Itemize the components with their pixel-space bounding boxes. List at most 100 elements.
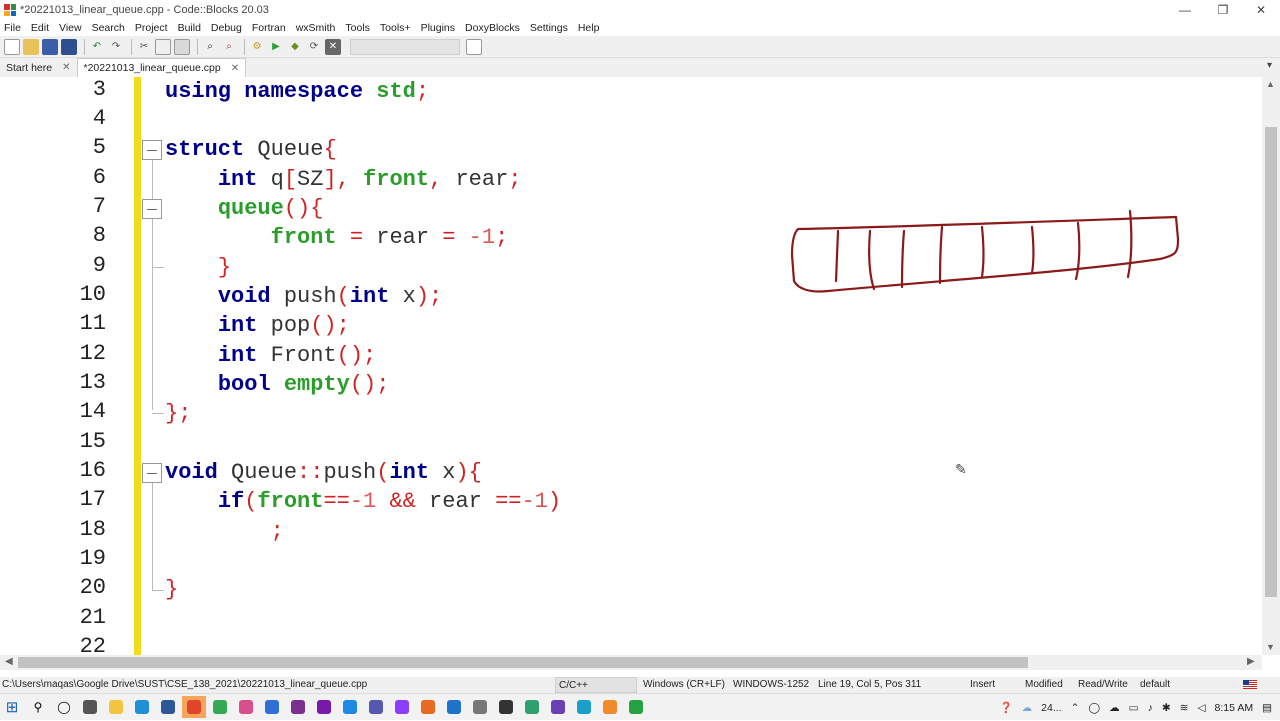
build-target-select[interactable] [350, 38, 460, 55]
save-all-icon[interactable] [61, 38, 77, 55]
menu-wxsmith[interactable]: wxSmith [292, 22, 342, 34]
taskbar-app-app-blue[interactable] [260, 696, 284, 718]
menu-plugins[interactable]: Plugins [417, 22, 461, 34]
taskbar-app-messenger[interactable] [390, 696, 414, 718]
taskbar-app-teams[interactable] [364, 696, 388, 718]
weather-icon[interactable]: ☁ [1022, 702, 1033, 714]
taskbar-app-onenote[interactable] [312, 696, 336, 718]
run-icon[interactable]: ▶ [268, 39, 284, 55]
onedrive-icon[interactable]: ☁ [1109, 702, 1120, 714]
build-run-icon[interactable]: ◆ [287, 39, 303, 55]
taskbar-app-task-view[interactable] [78, 696, 102, 718]
code-line[interactable]: ; [165, 517, 284, 546]
rebuild-icon[interactable]: ⟳ [306, 39, 322, 55]
code-line[interactable]: }; [165, 399, 191, 428]
tab-linear-queue[interactable]: *20221013_linear_queue.cpp ✕ [77, 58, 247, 77]
menu-search[interactable]: Search [88, 22, 131, 34]
menu-file[interactable]: File [0, 22, 27, 34]
taskbar-app-vscode[interactable] [338, 696, 362, 718]
taskbar-app-app-purple[interactable] [546, 696, 570, 718]
menu-project[interactable]: Project [131, 22, 174, 34]
vertical-scrollbar[interactable]: ▲ ▼ [1262, 77, 1280, 655]
code-editor[interactable]: 3 4 5 6 7 8 9 10 11 12 13 14 15 16 17 18… [0, 77, 1262, 655]
taskbar-app-edge[interactable] [130, 696, 154, 718]
taskbar-app-terminal[interactable] [494, 696, 518, 718]
menu-view[interactable]: View [55, 22, 88, 34]
replace-icon[interactable]: ⌕ [221, 39, 237, 55]
code-line[interactable]: } [165, 253, 231, 282]
copy-icon[interactable] [155, 38, 171, 55]
code-line[interactable]: } [165, 575, 178, 604]
code-line[interactable]: if(front==-1 && rear ==-1) [165, 487, 561, 516]
search-icon[interactable]: ⚲ [26, 696, 50, 718]
tab-close-icon[interactable]: ✕ [231, 63, 239, 74]
maximize-button[interactable]: ❐ [1204, 0, 1242, 20]
fold-toggle-icon[interactable] [142, 140, 162, 160]
horizontal-scroll-thumb[interactable] [18, 657, 1028, 668]
menu-build[interactable]: Build [174, 22, 207, 34]
horizontal-scrollbar[interactable]: ◀ ▶ [0, 655, 1262, 670]
weather-temperature[interactable]: 24... [1041, 702, 1061, 714]
code-line[interactable]: void Queue::push(int x){ [165, 458, 482, 487]
cut-icon[interactable]: ✂ [136, 39, 152, 55]
speaker-icon[interactable]: ♪ [1148, 702, 1153, 714]
tab-list-icon[interactable]: ▾ [1267, 60, 1272, 71]
new-file-icon[interactable] [4, 38, 20, 55]
menu-help[interactable]: Help [574, 22, 606, 34]
save-icon[interactable] [42, 38, 58, 55]
fold-toggle-icon[interactable] [142, 199, 162, 219]
tray-overflow-icon[interactable]: ⌃ [1071, 702, 1080, 714]
undo-icon[interactable]: ↶ [89, 39, 105, 55]
taskbar-app-app-green[interactable] [208, 696, 232, 718]
code-line[interactable]: front = rear = -1; [165, 223, 509, 252]
taskbar-app-whatsapp[interactable] [624, 696, 648, 718]
wifi-icon[interactable]: ≋ [1180, 702, 1189, 714]
redo-icon[interactable]: ↷ [108, 39, 124, 55]
taskbar-app-app-pink[interactable] [234, 696, 258, 718]
scroll-right-icon[interactable]: ▶ [1247, 656, 1255, 667]
taskbar-app-mail[interactable] [442, 696, 466, 718]
code-line[interactable]: void push(int x); [165, 282, 442, 311]
menu-tools[interactable]: Tools [341, 22, 376, 34]
volume-icon[interactable]: ◁ [1197, 702, 1205, 714]
start-icon[interactable]: ⊞ [0, 696, 24, 718]
help-icon[interactable]: ❓ [1000, 701, 1013, 714]
paste-icon[interactable] [174, 38, 190, 55]
taskbar-app-word[interactable] [156, 696, 180, 718]
scroll-up-icon[interactable]: ▲ [1266, 79, 1275, 89]
menu-debug[interactable]: Debug [207, 22, 248, 34]
taskbar-app-chrome[interactable] [182, 696, 206, 718]
menu-edit[interactable]: Edit [27, 22, 55, 34]
code-line[interactable]: int q[SZ], front, rear; [165, 165, 522, 194]
minimize-button[interactable]: — [1166, 0, 1204, 20]
code-line[interactable]: using namespace std; [165, 77, 429, 106]
network-icon[interactable]: ◯ [1088, 702, 1100, 714]
vertical-scroll-thumb[interactable] [1265, 127, 1277, 597]
bluetooth-icon[interactable]: ✱ [1162, 702, 1171, 714]
code-line[interactable]: bool empty(); [165, 370, 390, 399]
abort-icon[interactable]: ✕ [325, 38, 341, 55]
taskbar-app-network[interactable] [468, 696, 492, 718]
menu-settings[interactable]: Settings [526, 22, 574, 34]
tab-start-here[interactable]: Start here ✕ [0, 58, 78, 77]
taskbar-app-app-orange[interactable] [416, 696, 440, 718]
clock-time[interactable]: 8:15 AM [1215, 702, 1254, 714]
cortana-icon[interactable]: ◯ [52, 696, 76, 718]
taskbar-app-codeblocks[interactable] [286, 696, 310, 718]
taskbar-app-app-teal[interactable] [520, 696, 544, 718]
taskbar-app-browser-orange[interactable] [598, 696, 622, 718]
code-line[interactable]: int pop(); [165, 311, 350, 340]
scroll-left-icon[interactable]: ◀ [5, 656, 13, 667]
code-line[interactable]: struct Queue{ [165, 135, 337, 164]
menu-doxyblocks[interactable]: DoxyBlocks [461, 22, 526, 34]
scroll-down-icon[interactable]: ▼ [1266, 642, 1275, 652]
taskbar-app-app-cyan[interactable] [572, 696, 596, 718]
fold-toggle-icon[interactable] [142, 463, 162, 483]
taskbar-app-file-explorer[interactable] [104, 696, 128, 718]
code-line[interactable]: queue(){ [165, 194, 324, 223]
battery-icon[interactable]: ▭ [1129, 702, 1139, 714]
find-icon[interactable]: ⌕ [202, 39, 218, 55]
menu-tools-plus[interactable]: Tools+ [376, 22, 417, 34]
menu-fortran[interactable]: Fortran [248, 22, 292, 34]
close-button[interactable]: ✕ [1242, 0, 1280, 20]
